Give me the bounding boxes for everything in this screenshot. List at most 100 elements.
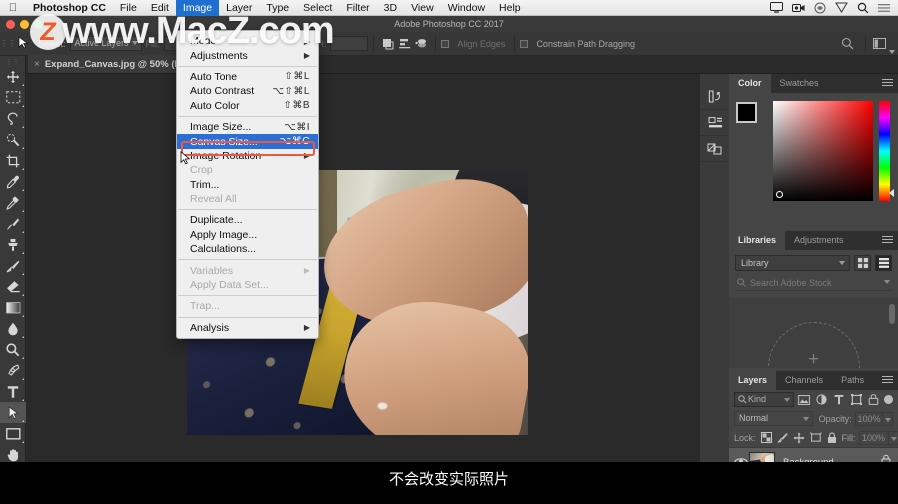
display-icon[interactable]: [770, 2, 783, 13]
path-arrangement-icon[interactable]: [413, 36, 430, 52]
height-field[interactable]: [330, 36, 369, 51]
menu-option-auto-tone[interactable]: Auto Tone ⇧⌘L: [177, 70, 318, 84]
grid-view-icon[interactable]: [854, 255, 871, 271]
menu-item-filter[interactable]: Filter: [339, 0, 376, 16]
lasso-tool[interactable]: [0, 108, 26, 129]
menu-option-auto-contrast[interactable]: Auto Contrast ⌥⇧⌘L: [177, 84, 318, 98]
path-selection-tool[interactable]: [0, 402, 26, 423]
close-icon[interactable]: ×: [34, 59, 40, 70]
canvas-work-area[interactable]: [26, 74, 699, 488]
menu-item-help[interactable]: Help: [492, 0, 528, 16]
menu-item-type[interactable]: Type: [259, 0, 296, 16]
pixel-layer-filter-icon[interactable]: [796, 392, 811, 407]
panel-menu-icon[interactable]: [882, 79, 893, 88]
properties-panel-icon[interactable]: [700, 110, 730, 136]
image-menu-dropdown[interactable]: Mode ▶ Adjustments ▶ Auto Tone ⇧⌘L Auto …: [176, 30, 319, 340]
path-selection-tool-icon[interactable]: [12, 36, 34, 51]
screen-record-icon[interactable]: [792, 3, 805, 13]
rectangle-tool[interactable]: [0, 423, 26, 444]
color-field[interactable]: [773, 101, 873, 201]
search-adobe-stock-field[interactable]: Search Adobe Stock: [735, 276, 892, 291]
menu-option-apply-image[interactable]: Apply Image...: [177, 228, 318, 242]
color-picker-area[interactable]: [729, 93, 898, 231]
tab-paths[interactable]: Paths: [832, 371, 873, 390]
menu-option-image-rotation[interactable]: Image Rotation ▶: [177, 149, 318, 163]
clone-stamp-tool[interactable]: [0, 234, 26, 255]
tab-libraries[interactable]: Libraries: [729, 231, 786, 250]
panel-menu-icon[interactable]: [882, 376, 893, 385]
menu-item-photoshop-cc[interactable]: Photoshop CC: [26, 0, 113, 16]
layer-filter-kind-dropdown[interactable]: Kind: [734, 392, 795, 407]
rail-grip[interactable]: [700, 74, 729, 84]
smart-object-filter-icon[interactable]: [866, 392, 881, 407]
shape-layer-filter-icon[interactable]: [848, 392, 863, 407]
tools-panel-grip[interactable]: ⋮⋮: [0, 59, 25, 66]
styles-panel-icon[interactable]: [700, 136, 730, 162]
pen-tool[interactable]: [0, 360, 26, 381]
constrain-path-dragging-checkbox[interactable]: [520, 39, 529, 48]
fill-slider-toggle[interactable]: [888, 430, 898, 445]
menu-item-3d[interactable]: 3D: [377, 0, 404, 16]
menu-item-image[interactable]: Image: [175, 0, 220, 16]
hue-slider-handle[interactable]: [889, 189, 894, 197]
chevron-down-icon[interactable]: [884, 280, 890, 284]
lock-image-icon[interactable]: [777, 432, 788, 443]
menu-option-mode[interactable]: Mode ▶: [177, 34, 318, 48]
gradient-tool[interactable]: [0, 297, 26, 318]
list-view-icon[interactable]: [875, 255, 892, 271]
menu-item-view[interactable]: View: [404, 0, 441, 16]
color-picker-handle[interactable]: [776, 191, 783, 198]
brush-tool[interactable]: [0, 213, 26, 234]
tab-channels[interactable]: Channels: [776, 371, 832, 390]
blur-tool[interactable]: [0, 318, 26, 339]
window-controls[interactable]: [6, 20, 43, 29]
panel-menu-icon[interactable]: [882, 236, 893, 245]
path-alignment-icon[interactable]: [396, 36, 413, 52]
eyedropper-tool[interactable]: [0, 171, 26, 192]
rectangular-marquee-tool[interactable]: [0, 87, 26, 108]
tab-swatches[interactable]: Swatches: [771, 74, 828, 93]
lock-all-icon[interactable]: [827, 431, 837, 444]
menu-option-canvas-size[interactable]: Canvas Size... ⌥⌘C: [177, 134, 318, 149]
blend-mode-dropdown[interactable]: Normal: [734, 411, 813, 426]
align-edges-checkbox[interactable]: [441, 39, 450, 48]
adjustment-layer-filter-icon[interactable]: [814, 392, 829, 407]
menu-item-select[interactable]: Select: [296, 0, 339, 16]
options-bar-grip[interactable]: ⋮⋮: [0, 39, 16, 48]
hue-slider[interactable]: [879, 101, 894, 201]
menu-item-window[interactable]: Window: [441, 0, 492, 16]
search-icon[interactable]: [839, 36, 856, 52]
history-panel-icon[interactable]: [700, 84, 730, 110]
libraries-empty-state[interactable]: +: [729, 298, 898, 368]
type-layer-filter-icon[interactable]: [831, 392, 846, 407]
spot-healing-brush-tool[interactable]: [0, 192, 26, 213]
menu-option-trim[interactable]: Trim...: [177, 178, 318, 192]
lock-transparency-icon[interactable]: [760, 432, 772, 443]
libraries-scrollbar[interactable]: [889, 304, 895, 324]
minimize-window-button[interactable]: [20, 20, 29, 29]
path-operations-icon[interactable]: [379, 36, 396, 52]
workspace-switcher-icon[interactable]: [871, 36, 888, 52]
dodge-tool[interactable]: [0, 339, 26, 360]
color-swatch-pair[interactable]: [736, 102, 767, 133]
filter-toggle-button[interactable]: [884, 395, 893, 404]
menu-option-adjustments[interactable]: Adjustments ▶: [177, 48, 318, 62]
spotlight-search-icon[interactable]: [857, 2, 869, 14]
menu-option-image-size[interactable]: Image Size... ⌥⌘I: [177, 120, 318, 134]
tab-adjustments[interactable]: Adjustments: [785, 231, 853, 250]
type-tool[interactable]: [0, 381, 26, 402]
notification-center-icon[interactable]: [878, 3, 890, 13]
menu-option-calculations[interactable]: Calculations...: [177, 242, 318, 256]
dropbox-icon[interactable]: [814, 2, 826, 14]
library-dropdown[interactable]: Library: [735, 255, 850, 271]
close-window-button[interactable]: [6, 20, 15, 29]
history-brush-tool[interactable]: [0, 255, 26, 276]
menu-option-duplicate[interactable]: Duplicate...: [177, 213, 318, 227]
lock-position-icon[interactable]: [793, 432, 805, 444]
opacity-value[interactable]: 100%: [854, 411, 884, 426]
opacity-slider-toggle[interactable]: [883, 411, 893, 426]
tab-color[interactable]: Color: [729, 74, 771, 93]
tab-layers[interactable]: Layers: [729, 371, 777, 390]
maximize-window-button[interactable]: [34, 20, 43, 29]
menu-option-auto-color[interactable]: Auto Color ⇧⌘B: [177, 99, 318, 113]
